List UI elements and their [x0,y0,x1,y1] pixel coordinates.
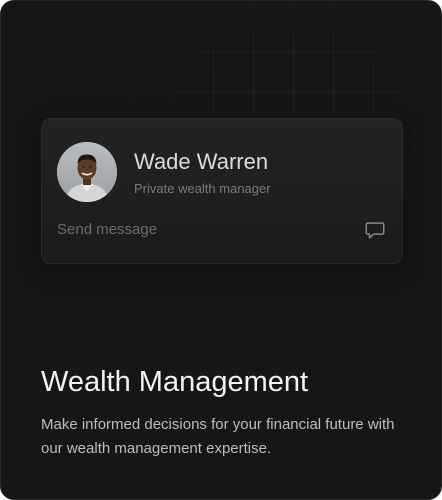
chat-bubble-icon[interactable] [364,219,386,241]
feature-title: Wealth Management [41,366,309,398]
person-avatar-icon [57,142,117,202]
wealth-management-card: Wade Warren Private wealth manager Send … [0,0,442,500]
avatar [57,142,117,202]
contact-card[interactable]: Wade Warren Private wealth manager Send … [41,118,403,264]
contact-name: Wade Warren [134,149,269,174]
contact-role: Private wealth manager [134,181,271,196]
send-message-button[interactable]: Send message [57,221,157,239]
feature-description: Make informed decisions for your financi… [41,416,395,457]
